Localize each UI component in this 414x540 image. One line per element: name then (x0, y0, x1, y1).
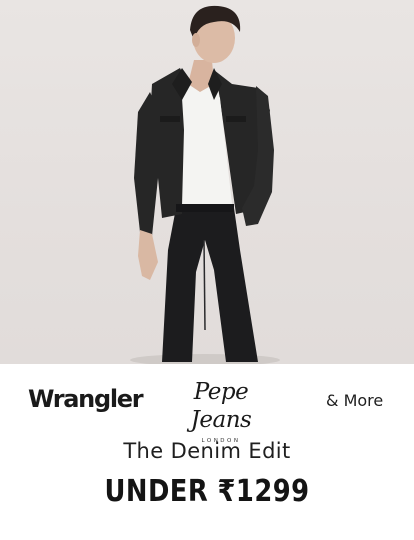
pepe-jeans-logo: Pepe Jeans LONDON (166, 378, 276, 444)
brand-logos-row: Wrangler Pepe Jeans LONDON & More (0, 364, 414, 444)
wrangler-logo: Wrangler (28, 385, 144, 413)
offer-panel: Wrangler Pepe Jeans LONDON & More The De… (0, 364, 414, 540)
pepe-jeans-wordmark: Pepe Jeans (190, 379, 252, 433)
price-offer: UNDER ₹1299 (104, 474, 310, 509)
collection-title: The Denim Edit (123, 439, 291, 463)
hero-image[interactable] (0, 0, 414, 364)
denim-edit-banner[interactable]: Wrangler Pepe Jeans LONDON & More The De… (0, 0, 414, 540)
model-illustration (130, 5, 280, 364)
more-brands-label: & More (326, 391, 384, 410)
